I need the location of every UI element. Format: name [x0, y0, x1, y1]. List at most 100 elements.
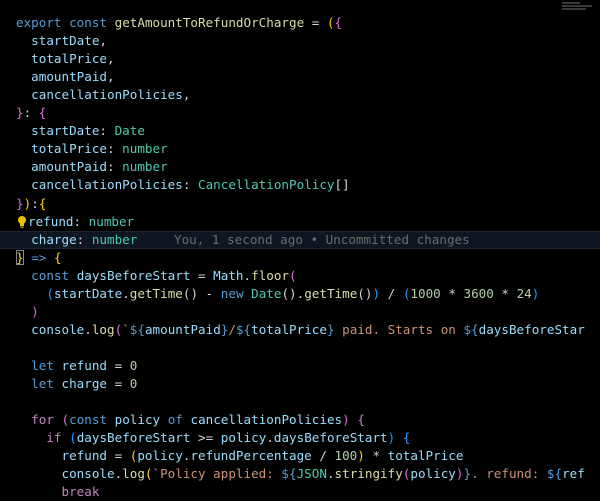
code-token: getAmountToRefundOrCharge [114, 15, 305, 30]
code-text: let charge = 0 [16, 375, 137, 393]
code-line[interactable] [0, 393, 600, 411]
code-token: . [122, 285, 130, 301]
code-line[interactable]: let refund = 0 [0, 357, 600, 375]
code-token: amountPaid [31, 69, 107, 85]
code-token: ${ [129, 321, 145, 337]
code-token: { [38, 105, 47, 121]
code-token: : [107, 159, 123, 175]
code-token: amountPaid [144, 321, 221, 337]
code-token: ) [342, 412, 350, 428]
code-line[interactable]: amountPaid, [0, 68, 600, 86]
code-token: totalPrice [31, 51, 107, 67]
code-token: getTime [129, 285, 183, 301]
code-token: * [364, 448, 388, 464]
code-token: floor [251, 267, 290, 283]
code-line[interactable]: for (const policy of cancellationPolicie… [0, 411, 600, 429]
code-line[interactable]: const daysBeforeStart = Math.floor( [0, 267, 600, 285]
code-text: charge: number [16, 232, 137, 248]
code-token: ) [31, 303, 39, 319]
code-text: ) [16, 303, 39, 321]
code-token: } [463, 466, 472, 482]
code-token: ( [326, 15, 335, 30]
code-token: ${ [546, 466, 563, 482]
code-token: ( [144, 466, 153, 482]
code-line[interactable]: totalPrice: number [0, 140, 600, 158]
code-line[interactable]: refund: number [0, 213, 600, 231]
code-line[interactable]: totalPrice, [0, 50, 600, 68]
code-line[interactable]: }):{ [0, 195, 600, 213]
code-line[interactable]: cancellationPolicies: CancellationPolicy… [0, 176, 600, 194]
code-token: const [69, 412, 108, 428]
code-token: paid. Starts on [334, 321, 464, 337]
code-text: cancellationPolicies: CancellationPolicy… [16, 176, 349, 194]
code-text: amountPaid, [16, 68, 115, 86]
code-text: console.log(`${amountPaid}/${totalPrice}… [16, 321, 585, 339]
code-token: number [88, 213, 135, 229]
code-line[interactable]: } => { [0, 249, 600, 267]
code-line[interactable]: console.log(`Policy applied: ${JSON.stri… [0, 465, 600, 483]
code-line[interactable]: if (daysBeforeStart >= policy.daysBefore… [0, 429, 600, 447]
minimap[interactable] [562, 2, 600, 14]
code-text: totalPrice, [16, 50, 114, 68]
code-token: getTime [304, 285, 358, 301]
code-token: = [107, 376, 130, 391]
code-token: const [69, 15, 108, 30]
code-token: policy [410, 466, 456, 482]
current-code-line[interactable]: charge: number You, 1 second ago • Uncomm… [0, 230, 600, 249]
code-line[interactable]: }: { [0, 104, 600, 122]
code-token: 24 [516, 285, 532, 301]
code-line[interactable] [0, 339, 600, 357]
code-line[interactable]: startDate, [0, 32, 600, 50]
code-token: charge [61, 376, 108, 391]
code-token: 3600 [463, 285, 494, 301]
code-token: daysBeforeStart [76, 430, 191, 446]
code-token: { [334, 15, 343, 30]
code-token: } [16, 105, 24, 121]
code-token: ${ [463, 321, 479, 337]
code-token: * [493, 285, 517, 301]
code-token: 100 [334, 448, 358, 464]
code-token: } [16, 195, 24, 211]
code-token: Date [251, 285, 282, 301]
code-token: totalPrice [251, 321, 327, 337]
code-line[interactable]: (startDate.getTime() - new Date().getTim… [0, 285, 600, 303]
code-token: policy [114, 412, 161, 428]
code-line[interactable]: amountPaid: number [0, 158, 600, 176]
lightbulb-icon[interactable] [17, 215, 27, 229]
code-text: startDate, [16, 32, 107, 50]
code-token: startDate [53, 285, 123, 301]
code-token: number [122, 141, 168, 157]
code-line[interactable]: break [0, 483, 600, 501]
code-token: stringify [334, 466, 403, 482]
code-token: ) [531, 285, 540, 301]
code-token: daysBeforeStart [273, 430, 388, 446]
code-token: JSON [296, 466, 327, 482]
code-token: { [38, 195, 47, 211]
code-line[interactable]: ) [0, 303, 600, 321]
code-token: () - [182, 285, 221, 301]
code-line[interactable]: console.log(`${amountPaid}/${totalPrice}… [0, 321, 600, 339]
code-token: : [73, 213, 89, 229]
code-editor[interactable]: export const getAmountToRefundOrCharge =… [0, 0, 600, 499]
code-line[interactable]: cancellationPolicies, [0, 86, 600, 104]
code-token: cancellationPolicies [31, 87, 183, 103]
code-line[interactable]: refund = (policy.refundPercentage / 100)… [0, 447, 600, 465]
code-token: . refund: [471, 466, 547, 482]
code-line[interactable]: export const getAmountToRefundOrCharge =… [0, 14, 600, 32]
code-token: , [107, 69, 115, 85]
code-line[interactable]: startDate: Date [0, 122, 600, 140]
code-token: : [23, 105, 39, 121]
code-token: export [16, 15, 62, 30]
code-token: () [357, 285, 373, 301]
code-token: ) [372, 285, 381, 301]
code-token: new [220, 285, 244, 301]
code-line[interactable]: let charge = 0 [0, 375, 600, 393]
